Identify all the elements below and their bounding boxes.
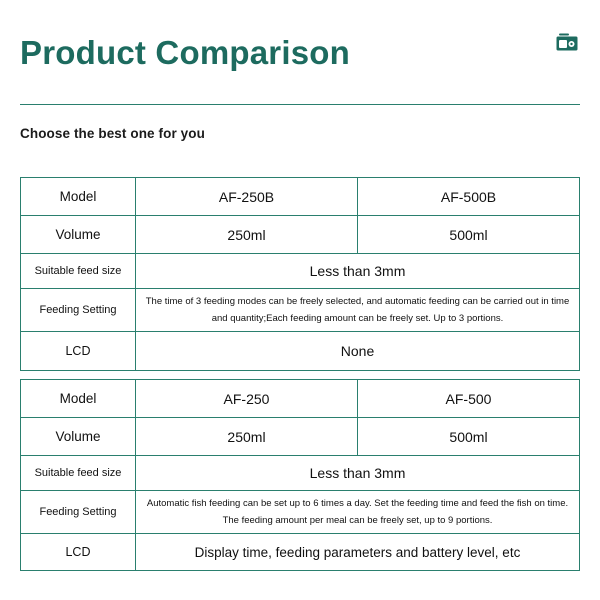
cell-lcd: None — [135, 331, 580, 371]
cell-model-left: AF-250B — [135, 177, 358, 216]
cell-model-left: AF-250 — [135, 379, 358, 418]
cell-volume-right: 500ml — [357, 417, 580, 456]
row-label-lcd: LCD — [20, 331, 136, 371]
cell-volume-left: 250ml — [135, 215, 358, 254]
row-label-model: Model — [20, 379, 136, 418]
table-row: Feeding Setting Automatic fish feeding c… — [20, 490, 580, 534]
row-label-feed-size: Suitable feed size — [20, 455, 136, 491]
table-af-b-series: Model AF-250B AF-500B Volume 250ml 500ml… — [20, 177, 580, 371]
header-divider — [20, 104, 580, 105]
cell-volume-right: 500ml — [357, 215, 580, 254]
row-label-feeding-setting: Feeding Setting — [20, 490, 136, 534]
cell-feeding-setting: The time of 3 feeding modes can be freel… — [135, 288, 580, 332]
table-row: Feeding Setting The time of 3 feeding mo… — [20, 288, 580, 332]
table-row: Model AF-250 AF-500 — [20, 379, 580, 418]
cell-model-right: AF-500B — [357, 177, 580, 216]
table-row: LCD Display time, feeding parameters and… — [20, 533, 580, 571]
row-label-lcd: LCD — [20, 533, 136, 571]
table-row: Suitable feed size Less than 3mm — [20, 455, 580, 491]
page-title: Product Comparison — [20, 34, 350, 71]
cell-lcd: Display time, feeding parameters and bat… — [135, 533, 580, 571]
table-row: Model AF-250B AF-500B — [20, 177, 580, 216]
cell-model-right: AF-500 — [357, 379, 580, 418]
table-row: Volume 250ml 500ml — [20, 417, 580, 456]
cell-feed-size: Less than 3mm — [135, 455, 580, 491]
table-row: Volume 250ml 500ml — [20, 215, 580, 254]
row-label-volume: Volume — [20, 417, 136, 456]
cell-feed-size: Less than 3mm — [135, 253, 580, 289]
table-row: LCD None — [20, 331, 580, 371]
page-subtitle: Choose the best one for you — [20, 126, 205, 141]
row-label-feed-size: Suitable feed size — [20, 253, 136, 289]
row-label-feeding-setting: Feeding Setting — [20, 288, 136, 332]
cell-feeding-setting: Automatic fish feeding can be set up to … — [135, 490, 580, 534]
table-row: Suitable feed size Less than 3mm — [20, 253, 580, 289]
row-label-volume: Volume — [20, 215, 136, 254]
cell-volume-left: 250ml — [135, 417, 358, 456]
radio-device-icon — [556, 33, 578, 51]
product-comparison-page: Product Comparison Choose the best one f… — [0, 0, 600, 600]
table-af-series: Model AF-250 AF-500 Volume 250ml 500ml S… — [20, 379, 580, 571]
row-label-model: Model — [20, 177, 136, 216]
